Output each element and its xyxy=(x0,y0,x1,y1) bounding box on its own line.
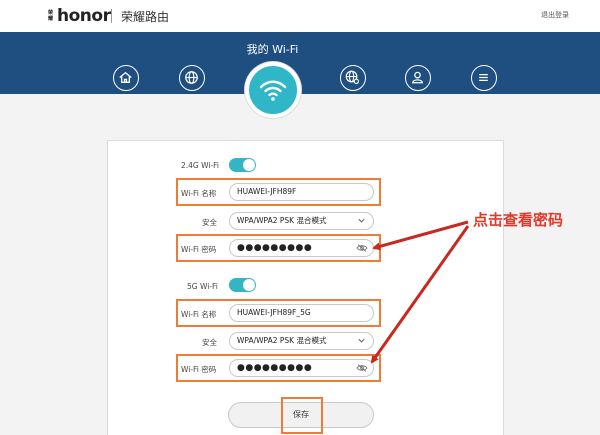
home-icon[interactable] xyxy=(113,65,139,91)
wifi5-label: 5G Wi-Fi xyxy=(187,282,218,291)
wifi24-security-label: 安全 xyxy=(202,218,217,227)
brand-divider xyxy=(111,9,112,23)
wifi24-security-select[interactable]: WPA/WPA2 PSK 混合模式 xyxy=(229,212,374,230)
logout-link[interactable]: 退出登录 xyxy=(541,10,569,20)
user-icon[interactable] xyxy=(405,65,431,91)
wifi5-toggle[interactable] xyxy=(229,278,256,292)
highlight-box xyxy=(176,354,381,382)
annotation-text: 点击查看密码 xyxy=(473,211,564,229)
brand-mark: 荣耀 xyxy=(48,10,54,22)
brand-word: honor xyxy=(57,6,111,26)
wifi24-label: 2.4G Wi-Fi xyxy=(181,161,220,170)
highlight-box xyxy=(281,397,323,434)
wifi5-security-label: 安全 xyxy=(202,338,217,347)
chevron-down-icon xyxy=(358,218,365,223)
highlight-box xyxy=(176,178,381,206)
wifi5-security-value: WPA/WPA2 PSK 混合模式 xyxy=(237,336,327,345)
product-name: 荣耀路由 xyxy=(121,10,170,24)
menu-icon[interactable] xyxy=(471,65,497,91)
top-header: 荣耀 honor 荣耀路由 退出登录 xyxy=(0,0,600,32)
wifi5-security-select[interactable]: WPA/WPA2 PSK 混合模式 xyxy=(229,332,374,350)
honor-logo: 荣耀 honor xyxy=(48,6,111,26)
chevron-down-icon xyxy=(358,338,365,343)
network-settings-icon[interactable] xyxy=(340,65,366,91)
toggle-knob xyxy=(243,279,255,291)
page-title: 我的 Wi-Fi xyxy=(246,43,299,56)
highlight-box xyxy=(176,234,381,262)
highlight-box xyxy=(176,299,381,327)
toggle-knob xyxy=(243,159,255,171)
globe-icon[interactable] xyxy=(179,65,205,91)
wifi-icon[interactable] xyxy=(245,62,301,118)
wifi24-toggle[interactable] xyxy=(229,158,256,172)
wifi24-security-value: WPA/WPA2 PSK 混合模式 xyxy=(237,216,327,225)
